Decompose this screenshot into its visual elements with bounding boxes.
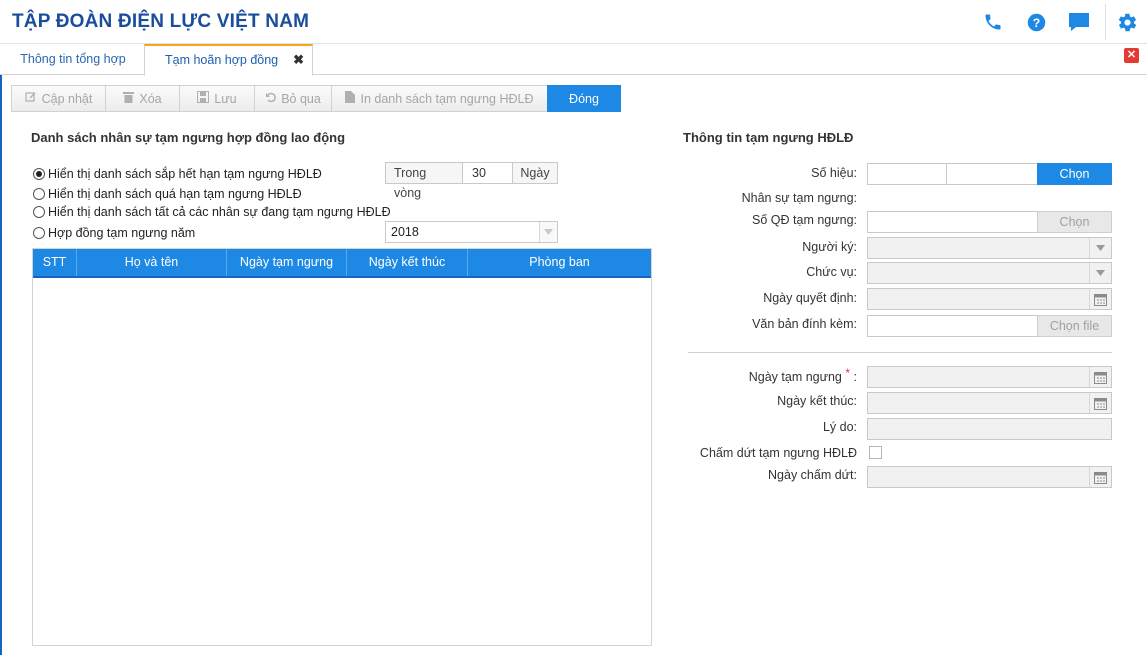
year-select[interactable]: 2018 — [385, 221, 558, 243]
label-colon: : — [853, 370, 857, 384]
option-label: Hợp đồng tạm ngưng năm — [48, 226, 196, 240]
chevron-down-icon[interactable] — [539, 222, 557, 242]
tab-bar: Thông tin tổng hợp Tạm hoãn hợp đồng ✖ — [0, 44, 1147, 76]
nguoi-ky-select[interactable] — [867, 237, 1112, 259]
document-icon — [345, 91, 356, 106]
year-select-value: 2018 — [391, 225, 419, 239]
ngay-qd-label: Ngày quyết định: — [763, 291, 857, 305]
close-button[interactable]: Đóng — [547, 85, 621, 112]
print-list-button-label: In danh sách tạm ngưng HĐLĐ — [360, 91, 534, 106]
calendar-icon[interactable] — [1089, 467, 1111, 487]
gear-icon[interactable] — [1115, 10, 1139, 34]
option-by-year[interactable]: Hợp đồng tạm ngưng năm — [33, 225, 195, 241]
so-hieu-input[interactable] — [867, 163, 947, 185]
within-label: Trong vòng — [385, 162, 463, 200]
delete-button[interactable]: Xóa — [105, 85, 179, 112]
skip-button[interactable]: Bỏ qua — [254, 85, 331, 112]
save-button[interactable]: Lưu — [179, 85, 254, 112]
calendar-icon[interactable] — [1089, 289, 1111, 309]
column-header-department[interactable]: Phòng ban — [468, 249, 651, 276]
so-qd-choose-button[interactable]: Chọn — [1037, 211, 1112, 233]
chevron-down-icon[interactable] — [1089, 263, 1111, 283]
help-icon[interactable]: ? — [1024, 10, 1048, 34]
toolbar: Cập nhật Xóa Lưu Bỏ qua In danh sách tạm… — [11, 85, 621, 112]
required-mark: * — [845, 366, 851, 380]
column-header-name[interactable]: Họ và tên — [77, 249, 227, 276]
ngay-tam-ngung-text: Ngày tạm ngưng — [748, 370, 842, 384]
save-button-label: Lưu — [214, 91, 237, 106]
option-overdue[interactable]: Hiển thị danh sách quá hạn tạm ngưng HĐL… — [33, 186, 302, 202]
form-separator — [688, 352, 1112, 353]
ngay-ket-thuc-label: Ngày kết thúc: — [777, 394, 857, 408]
so-qd-label: Số QĐ tạm ngưng: — [752, 213, 857, 227]
close-all-tabs-icon[interactable]: ✕ — [1124, 48, 1139, 63]
tab-summary[interactable]: Thông tin tổng hợp — [8, 44, 138, 75]
tab-close-icon[interactable]: ✖ — [293, 46, 304, 74]
radio-checked[interactable] — [33, 168, 45, 180]
calendar-icon[interactable] — [1089, 367, 1111, 387]
within-days-input[interactable]: 30 — [463, 162, 513, 184]
ly-do-input[interactable] — [867, 418, 1112, 440]
chuc-vu-label: Chức vụ: — [806, 265, 857, 279]
so-qd-input[interactable] — [867, 211, 1038, 233]
within-unit: Ngày — [513, 162, 558, 184]
option-all-suspended[interactable]: Hiển thị danh sách tất cả các nhân sự đa… — [33, 204, 391, 220]
grid-header: STT Họ và tên Ngày tạm ngưng Ngày kết th… — [33, 249, 651, 278]
svg-text:?: ? — [1032, 15, 1039, 29]
option-label: Hiển thị danh sách quá hạn tạm ngưng HĐL… — [48, 187, 302, 201]
cham-dut-label: Chấm dứt tạm ngưng HĐLĐ — [699, 446, 857, 460]
tab-contract-suspension[interactable]: Tạm hoãn hợp đồng ✖ — [144, 44, 313, 76]
van-ban-input[interactable] — [867, 315, 1038, 337]
radio[interactable] — [33, 188, 45, 200]
phone-icon[interactable] — [981, 10, 1005, 34]
ngay-ket-thuc-input[interactable] — [867, 392, 1112, 414]
chevron-down-icon[interactable] — [1089, 238, 1111, 258]
ly-do-label: Lý do: — [822, 420, 857, 434]
ngay-tam-ngung-input[interactable] — [867, 366, 1112, 388]
delete-button-label: Xóa — [139, 91, 162, 106]
radio[interactable] — [33, 227, 45, 239]
ngay-cham-dut-label: Ngày chấm dứt: — [768, 468, 857, 482]
edit-icon — [25, 91, 37, 106]
save-icon — [197, 91, 210, 106]
calendar-icon[interactable] — [1089, 393, 1111, 413]
ngay-tam-ngung-label: Ngày tạm ngưng * : — [748, 366, 857, 384]
header-divider — [1105, 4, 1106, 40]
trash-icon — [123, 91, 135, 106]
nguoi-ky-label: Người ký: — [802, 240, 857, 254]
option-expiring-soon[interactable]: Hiển thị danh sách sắp hết hạn tạm ngưng… — [33, 166, 322, 182]
column-header-stt[interactable]: STT — [33, 249, 77, 276]
app-header: TẬP ĐOÀN ĐIỆN LỰC VIỆT NAM ? — [0, 0, 1147, 44]
within-days-group: Trong vòng 30 Ngày — [385, 162, 558, 200]
ngay-qd-input[interactable] — [867, 288, 1112, 310]
option-label: Hiển thị danh sách sắp hết hạn tạm ngưng… — [48, 167, 322, 181]
radio[interactable] — [33, 206, 45, 218]
tab-label: Tạm hoãn hợp đồng — [165, 53, 279, 67]
so-hieu-choose-button[interactable]: Chọn — [1037, 163, 1112, 185]
option-label: Hiển thị danh sách tất cả các nhân sự đa… — [48, 205, 391, 219]
so-hieu-display[interactable] — [946, 163, 1038, 185]
van-ban-label: Văn bản đính kèm: — [752, 317, 857, 331]
print-list-button[interactable]: In danh sách tạm ngưng HĐLĐ — [331, 85, 547, 112]
chat-icon[interactable] — [1067, 10, 1091, 34]
skip-button-label: Bỏ qua — [281, 91, 321, 106]
nhan-su-label: Nhân sự tạm ngưng: — [741, 191, 857, 205]
ngay-cham-dut-input[interactable] — [867, 466, 1112, 488]
chuc-vu-select[interactable] — [867, 262, 1112, 284]
suspended-staff-grid: STT Họ và tên Ngày tạm ngưng Ngày kết th… — [32, 248, 652, 646]
left-panel-title: Danh sách nhân sự tạm ngưng hợp đồng lao… — [31, 130, 346, 145]
column-header-end-date[interactable]: Ngày kết thúc — [347, 249, 468, 276]
update-button-label: Cập nhật — [41, 91, 93, 106]
left-edge-stripe — [0, 0, 2, 655]
cham-dut-checkbox[interactable] — [869, 446, 882, 459]
right-panel-title: Thông tin tạm ngưng HĐLĐ — [683, 130, 854, 145]
undo-icon — [265, 92, 277, 106]
app-title: TẬP ĐOÀN ĐIỆN LỰC VIỆT NAM — [12, 11, 310, 32]
choose-file-button[interactable]: Chọn file — [1037, 315, 1112, 337]
column-header-start-date[interactable]: Ngày tạm ngưng — [227, 249, 347, 276]
so-hieu-label: Số hiệu: — [811, 166, 857, 180]
update-button[interactable]: Cập nhật — [11, 85, 105, 112]
